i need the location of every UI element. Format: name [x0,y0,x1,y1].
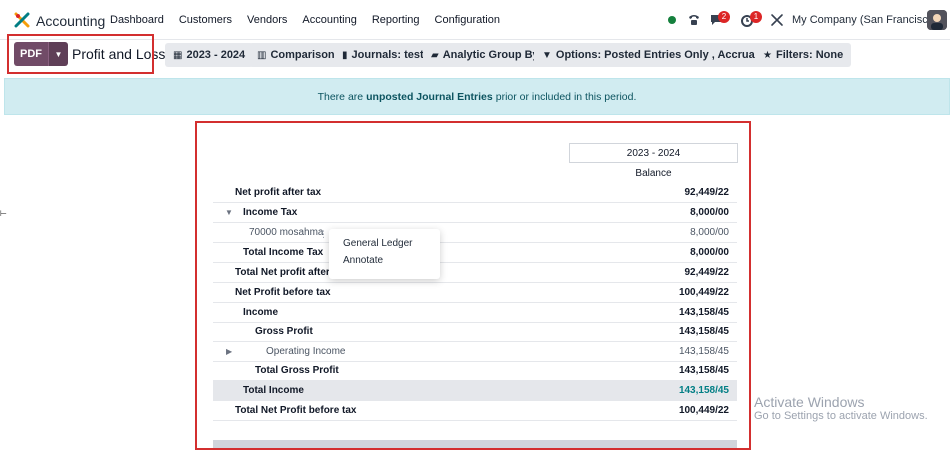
filter-date-button[interactable]: ▦ 2023 - 2024 [165,43,254,67]
calendar-icon: ▦ [173,49,183,61]
watermark-line1: Activate Windows [754,394,865,410]
user-avatar[interactable] [927,10,947,30]
star-icon: ★ [763,49,772,61]
annotation-highlight-title [7,34,154,74]
messages-badge: 2 [718,11,730,23]
book-icon: ▮ [342,49,348,61]
main-menu: Dashboard Customers Vendors Accounting R… [110,14,515,26]
filter-filters-button[interactable]: ★ Filters: None [755,43,852,67]
activities-badge: 1 [750,11,762,23]
online-status-dot [668,16,676,24]
cursor-mark: ⊢ [0,209,7,218]
filter-date-label: 2023 - 2024 [186,49,246,61]
filter-analytic-label: Analytic Group By [442,49,539,61]
company-switcher[interactable]: My Company (San Francisco) [792,14,938,26]
annotation-highlight-report [195,121,751,450]
windows-activation-watermark: Activate Windows Go to Settings to activ… [754,394,928,422]
filter-analytic-button[interactable]: ▰ Analytic Group By [423,43,547,67]
watermark-line2: Go to Settings to activate Windows. [754,410,928,422]
app-name[interactable]: Accounting [36,13,105,29]
unposted-entries-alert: There are unposted Journal Entries prior… [4,78,950,115]
filter-journals-label: Journals: test [351,49,424,61]
folder-open-icon: ▰ [431,49,439,61]
menu-vendors[interactable]: Vendors [247,14,287,26]
alert-unposted-link[interactable]: unposted Journal Entries [366,91,493,103]
debug-tools-icon[interactable] [769,12,785,28]
user-avatar-image [927,10,947,30]
filter-journals-button[interactable]: ▮ Journals: test [334,43,432,67]
accounting-app-icon[interactable] [14,12,30,28]
menu-accounting[interactable]: Accounting [302,14,356,26]
bar-chart-icon: ▥ [257,49,267,61]
menu-dashboard[interactable]: Dashboard [110,14,164,26]
menu-customers[interactable]: Customers [179,14,232,26]
filter-comparison-button[interactable]: ▥ Comparison [249,43,343,67]
filter-filters-label: Filters: None [775,49,844,61]
filter-icon: ▼ [542,49,552,61]
menu-configuration[interactable]: Configuration [435,14,500,26]
phone-icon[interactable] [686,12,702,28]
menu-reporting[interactable]: Reporting [372,14,420,26]
filter-comparison-label: Comparison [270,49,335,61]
alert-suffix: prior or included in this period. [495,90,637,103]
alert-prefix: There are [317,90,364,103]
